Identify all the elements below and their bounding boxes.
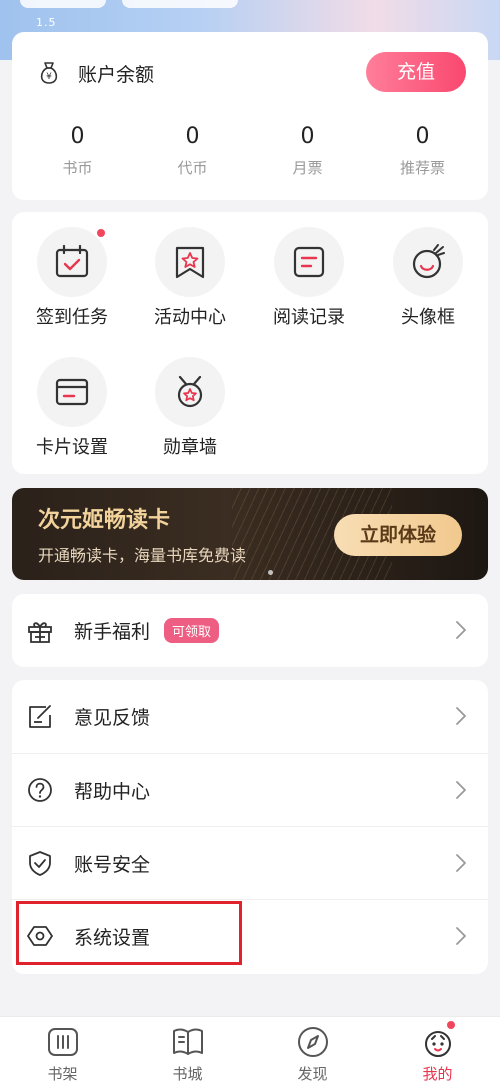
- stat-value: 0: [70, 124, 85, 149]
- stat-recommend-tickets[interactable]: 0 推荐票: [365, 124, 480, 178]
- chevron-right-icon: [456, 707, 466, 725]
- smiley-avatar-icon: [412, 244, 445, 279]
- feature-label: 卡片设置: [36, 437, 108, 458]
- claimable-badge: 可领取: [164, 618, 220, 643]
- shield-icon: [29, 851, 51, 876]
- status-bar-pill: [20, 0, 106, 8]
- stat-book-coins[interactable]: 0 书币: [20, 124, 135, 178]
- book-icon: [172, 1028, 203, 1055]
- bottom-navigation: 书架 书城 发现 我的: [0, 1016, 500, 1084]
- medal-icon: [177, 375, 203, 408]
- feature-label: 签到任务: [36, 307, 108, 328]
- nav-discover[interactable]: 发现: [250, 1017, 375, 1084]
- stat-value: 0: [300, 124, 315, 149]
- bookshelf-icon: [47, 1028, 78, 1056]
- chevron-right-icon: [456, 621, 466, 639]
- newbie-benefits-card: 新手福利 可领取: [12, 594, 488, 667]
- carousel-indicator: [268, 570, 273, 575]
- row-label: 新手福利: [74, 621, 151, 643]
- nav-bookshelf[interactable]: 书架: [0, 1017, 125, 1084]
- row-label: 意见反馈: [74, 707, 151, 729]
- row-label: 帮助中心: [74, 780, 151, 803]
- annotation-highlight-box: [16, 901, 242, 965]
- stat-label: 代币: [177, 159, 208, 177]
- feature-label: 勋章墙: [163, 437, 217, 458]
- chevron-right-icon: [456, 781, 466, 799]
- menu-item-feedback[interactable]: 意见反馈: [12, 680, 488, 753]
- settings-menu: 意见反馈 帮助中心 账号安全 系统设置: [12, 680, 488, 974]
- feature-medal-wall[interactable]: 勋章墙: [140, 357, 240, 459]
- balance-stats: 0 书币 0 代币 0 月票 0 推荐票: [20, 124, 480, 178]
- nav-label: 书架: [47, 1065, 78, 1083]
- features-grid: 签到任务 活动中心 阅读记录 头像框 卡片设置 勋章墙: [12, 212, 488, 474]
- chevron-right-icon: [456, 927, 466, 945]
- feature-avatar-frame[interactable]: 头像框: [378, 227, 478, 329]
- promo-title: 次元姬畅读卡: [38, 508, 171, 533]
- balance-title: 账户余额: [78, 64, 155, 86]
- feature-label: 活动中心: [154, 307, 226, 328]
- feature-card-settings[interactable]: 卡片设置: [22, 357, 122, 459]
- recharge-button[interactable]: 充值: [366, 52, 466, 92]
- nav-profile[interactable]: 我的: [375, 1017, 500, 1084]
- svg-text:¥: ¥: [46, 72, 52, 82]
- reading-card-promo[interactable]: 次元姬畅读卡 开通畅读卡，海量书库免费读 立即体验: [12, 488, 488, 580]
- signal-indicator: 1.5: [36, 16, 57, 29]
- nav-label: 发现: [297, 1065, 328, 1083]
- promo-subtitle: 开通畅读卡，海量书库免费读: [38, 546, 247, 565]
- chevron-right-icon: [456, 854, 466, 872]
- calendar-check-icon: [55, 244, 89, 278]
- balance-card: ¥ 账户余额 充值 0 书币 0 代币 0 月票 0 推荐票: [12, 32, 488, 200]
- card-icon: [55, 378, 89, 406]
- feature-activity-center[interactable]: 活动中心: [140, 227, 240, 329]
- menu-item-help-center[interactable]: 帮助中心: [12, 753, 488, 826]
- row-label: 账号安全: [74, 853, 151, 876]
- nav-label: 书城: [172, 1065, 203, 1083]
- stat-monthly-tickets[interactable]: 0 月票: [250, 124, 365, 178]
- status-bar-pill: [122, 0, 238, 8]
- notification-dot: [97, 229, 105, 237]
- menu-item-account-security[interactable]: 账号安全: [12, 826, 488, 899]
- star-ribbon-icon: [175, 246, 205, 279]
- profile-icon: [424, 1031, 451, 1057]
- money-bag-icon: ¥: [40, 62, 58, 84]
- feature-checkin-tasks[interactable]: 签到任务: [22, 227, 122, 329]
- try-now-button[interactable]: 立即体验: [334, 514, 462, 556]
- notification-dot: [447, 1021, 455, 1029]
- feature-label: 阅读记录: [273, 307, 345, 328]
- nav-bookstore[interactable]: 书城: [125, 1017, 250, 1084]
- stat-tokens[interactable]: 0 代币: [135, 124, 250, 178]
- gift-icon: [28, 621, 52, 643]
- help-icon: [28, 778, 52, 802]
- nav-label: 我的: [422, 1065, 453, 1083]
- document-icon: [293, 246, 325, 278]
- stat-value: 0: [415, 124, 430, 149]
- newbie-benefits-row[interactable]: 新手福利 可领取: [12, 594, 488, 667]
- stat-label: 月票: [292, 159, 323, 177]
- stat-label: 推荐票: [399, 159, 445, 177]
- stat-value: 0: [185, 124, 200, 149]
- feedback-icon: [29, 704, 51, 728]
- compass-icon: [297, 1027, 328, 1057]
- stat-label: 书币: [62, 159, 93, 177]
- feature-reading-history[interactable]: 阅读记录: [259, 227, 359, 329]
- feature-label: 头像框: [401, 307, 455, 328]
